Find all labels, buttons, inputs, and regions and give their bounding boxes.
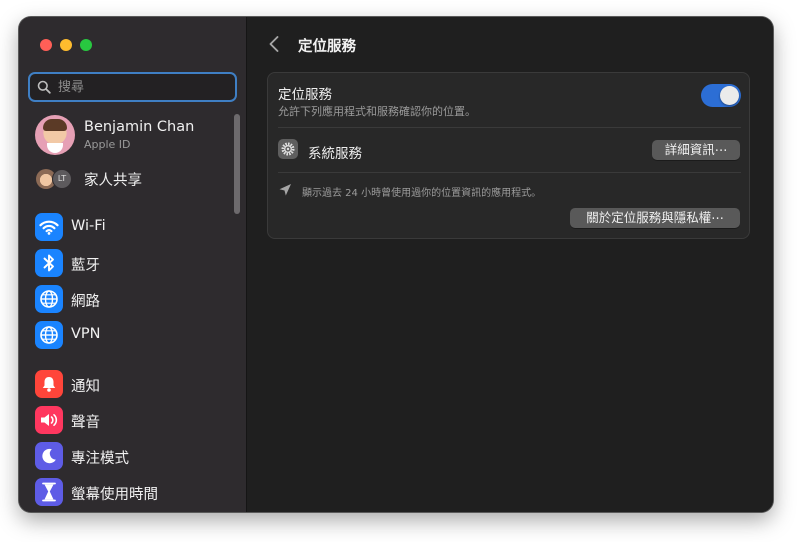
main-content: 定位服務 定位服務 允許下列應用程式和服務確認你的位置。 系統服務 詳細資訊⋯ <box>247 17 773 512</box>
search-input[interactable] <box>58 77 228 97</box>
about-location-privacy-button[interactable]: 關於定位服務與隱私權⋯ <box>570 208 740 228</box>
chevron-left-icon[interactable] <box>265 33 285 55</box>
sidebar-item-label: VPN <box>71 326 101 342</box>
sidebar-item-focus[interactable]: 專注模式 <box>35 442 235 470</box>
sidebar-item-sound[interactable]: 聲音 <box>35 406 235 434</box>
moon-icon <box>35 442 63 470</box>
sidebar: Benjamin Chan Apple ID LT 家人共享 Wi-Fi <box>19 17 247 512</box>
bluetooth-icon <box>35 249 63 277</box>
sidebar-scrollbar[interactable] <box>234 114 240 214</box>
bell-icon <box>35 370 63 398</box>
system-services-label: 系統服務 <box>308 146 362 162</box>
search-field[interactable] <box>28 72 237 102</box>
speaker-icon <box>35 406 63 434</box>
sidebar-item-label: 專注模式 <box>71 451 129 467</box>
family-member-initials: LT <box>52 169 72 189</box>
globe-icon <box>35 321 63 349</box>
profile-subtitle: Apple ID <box>84 138 131 151</box>
sidebar-item-wifi[interactable]: Wi-Fi <box>35 213 235 241</box>
sidebar-item-label: Wi-Fi <box>71 218 106 234</box>
sidebar-item-label: 家人共享 <box>84 173 142 189</box>
hourglass-icon <box>35 478 63 506</box>
search-icon <box>37 80 51 94</box>
recent-usage-note: 顯示過去 24 小時曾使用過你的位置資訊的應用程式。 <box>302 188 542 199</box>
profile-name: Benjamin Chan <box>84 119 195 135</box>
location-services-toggle[interactable] <box>701 84 741 107</box>
minimize-window-button[interactable] <box>60 39 72 51</box>
settings-window: Benjamin Chan Apple ID LT 家人共享 Wi-Fi <box>19 17 773 512</box>
wifi-icon <box>35 213 63 241</box>
divider <box>278 172 741 173</box>
divider <box>278 127 741 128</box>
zoom-window-button[interactable] <box>80 39 92 51</box>
sidebar-item-bluetooth[interactable]: 藍牙 <box>35 249 235 277</box>
sidebar-item-notifications[interactable]: 通知 <box>35 370 235 398</box>
sidebar-item-family-sharing[interactable]: LT 家人共享 <box>35 167 235 191</box>
toggle-knob <box>720 86 739 105</box>
globe-icon <box>35 285 63 313</box>
avatar <box>35 115 75 155</box>
location-services-panel: 定位服務 允許下列應用程式和服務確認你的位置。 系統服務 詳細資訊⋯ 顯示過去 … <box>267 72 750 239</box>
sidebar-item-screen-time[interactable]: 螢幕使用時間 <box>35 478 235 506</box>
sidebar-item-label: 聲音 <box>71 415 100 431</box>
location-services-label: 定位服務 <box>278 87 332 103</box>
sidebar-item-label: 螢幕使用時間 <box>71 487 158 503</box>
sidebar-item-label: 藍牙 <box>71 258 100 274</box>
close-window-button[interactable] <box>40 39 52 51</box>
system-services-details-button[interactable]: 詳細資訊⋯ <box>652 140 740 160</box>
sidebar-item-label: 通知 <box>71 379 100 395</box>
sidebar-item-vpn[interactable]: VPN <box>35 321 235 349</box>
location-services-description: 允許下列應用程式和服務確認你的位置。 <box>278 105 476 118</box>
apple-id-profile[interactable]: Benjamin Chan Apple ID <box>35 115 235 157</box>
gear-icon <box>278 139 298 159</box>
location-arrow-icon <box>279 184 291 196</box>
sidebar-item-network[interactable]: 網路 <box>35 285 235 313</box>
sidebar-item-label: 網路 <box>71 294 100 310</box>
page-title: 定位服務 <box>298 39 356 55</box>
